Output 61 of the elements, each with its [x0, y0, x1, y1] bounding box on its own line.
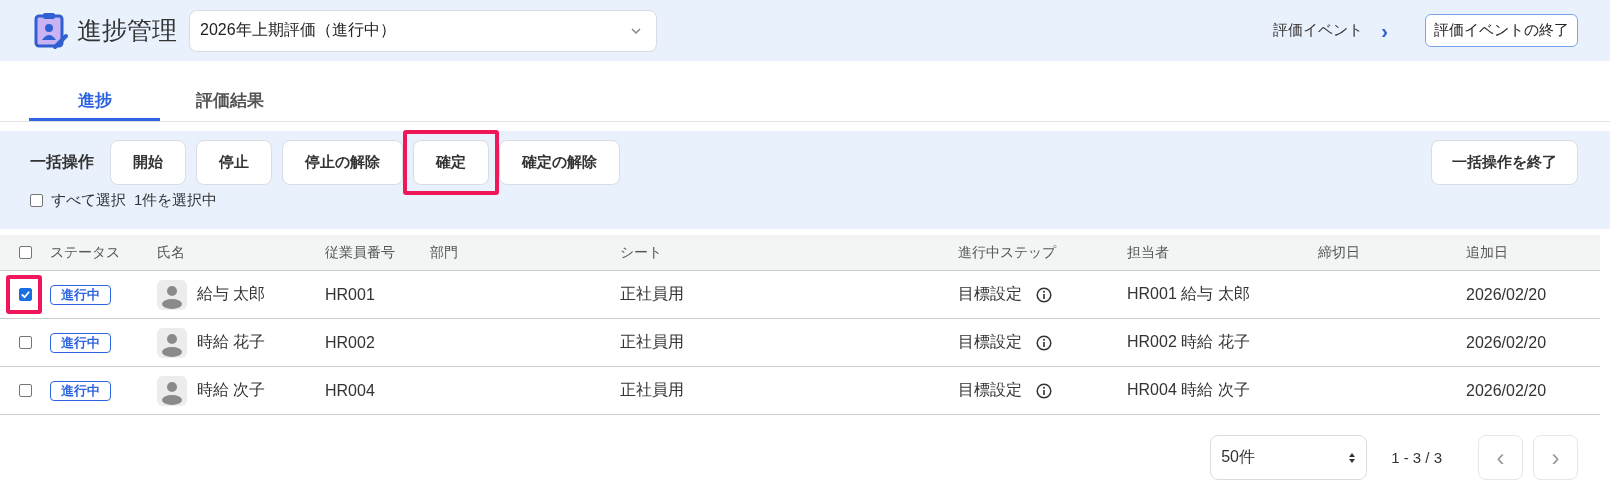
avatar-icon — [157, 279, 187, 310]
table-cell-text: 目標設定 — [958, 284, 1022, 304]
select-all-checkbox[interactable] — [30, 194, 43, 207]
column-header: 部門 — [430, 243, 458, 262]
tab[interactable]: 評価結果 — [160, 83, 300, 121]
table-cell-text: 正社員用 — [620, 380, 684, 400]
table-cell-text: HR002 時給 花子 — [1127, 332, 1250, 352]
table-cell-text: 目標設定 — [958, 380, 1022, 400]
chevron-down-icon — [630, 26, 642, 35]
chevron-right-icon: › — [1381, 20, 1388, 41]
row-checkbox[interactable] — [18, 384, 32, 397]
action-button[interactable]: 開始 — [110, 140, 186, 185]
table-cell-text: 正社員用 — [620, 332, 684, 352]
status-badge: 進行中 — [50, 380, 111, 401]
info-icon[interactable] — [1036, 286, 1052, 303]
row-checkbox[interactable] — [18, 336, 32, 349]
employee-name: 時給 次子 — [197, 380, 266, 400]
column-header: 氏名 — [157, 243, 185, 262]
column-header: 締切日 — [1318, 243, 1360, 262]
column-header: ステータス — [50, 243, 120, 262]
table-cell: HR002 — [325, 333, 375, 352]
column-header: 追加日 — [1466, 243, 1508, 262]
bulk-label: 一括操作 — [30, 152, 94, 172]
page-size-select[interactable]: 50件 — [1210, 435, 1368, 480]
column-header: 進行中ステップ — [958, 243, 1056, 262]
status-badge: 進行中 — [50, 332, 111, 353]
column-header: 担当者 — [1127, 243, 1169, 262]
avatar-icon — [157, 375, 187, 406]
page-range: 1 - 3 / 3 — [1391, 449, 1442, 466]
column-header: 従業員番号 — [325, 243, 395, 262]
page-title: 進捗管理 — [77, 15, 177, 46]
status-badge: 進行中 — [50, 284, 111, 305]
avatar-icon — [157, 327, 187, 358]
event-link[interactable]: 評価イベント — [1273, 21, 1364, 40]
info-icon[interactable] — [1036, 334, 1052, 351]
table-cell-text: HR001 給与 太郎 — [1127, 284, 1250, 304]
header-checkbox[interactable] — [18, 246, 32, 259]
event-select[interactable]: 2026年上期評価（進行中） — [189, 9, 657, 52]
end-bulk-button[interactable]: 一括操作を終了 — [1431, 140, 1578, 185]
info-icon[interactable] — [1036, 382, 1052, 399]
employee-name: 時給 花子 — [197, 332, 266, 352]
table-cell-text: 目標設定 — [958, 332, 1022, 352]
table-cell: HR001 — [325, 285, 375, 304]
table-cell-text: HR004 時給 次子 — [1127, 380, 1250, 400]
sort-arrows-icon — [1348, 451, 1357, 464]
selection-count: 1件を選択中 — [134, 191, 218, 210]
table-cell: 2026/02/20 — [1466, 381, 1547, 400]
table-cell-text: 正社員用 — [620, 284, 684, 304]
column-header: シート — [620, 243, 662, 262]
row-checkbox[interactable] — [18, 288, 32, 301]
table-cell: 2026/02/20 — [1466, 333, 1547, 352]
select-all-label: すべて選択 — [51, 191, 126, 210]
action-button[interactable]: 確定 — [413, 140, 489, 185]
action-button[interactable]: 停止の解除 — [282, 140, 403, 185]
table-cell: 2026/02/20 — [1466, 285, 1547, 304]
employee-name: 給与 太郎 — [197, 284, 266, 304]
tab[interactable]: 進捗 — [29, 83, 160, 121]
end-event-button[interactable]: 評価イベントの終了 — [1425, 14, 1578, 47]
action-button[interactable]: 確定の解除 — [499, 140, 620, 185]
action-button[interactable]: 停止 — [196, 140, 272, 185]
table-cell: HR004 — [325, 381, 375, 400]
